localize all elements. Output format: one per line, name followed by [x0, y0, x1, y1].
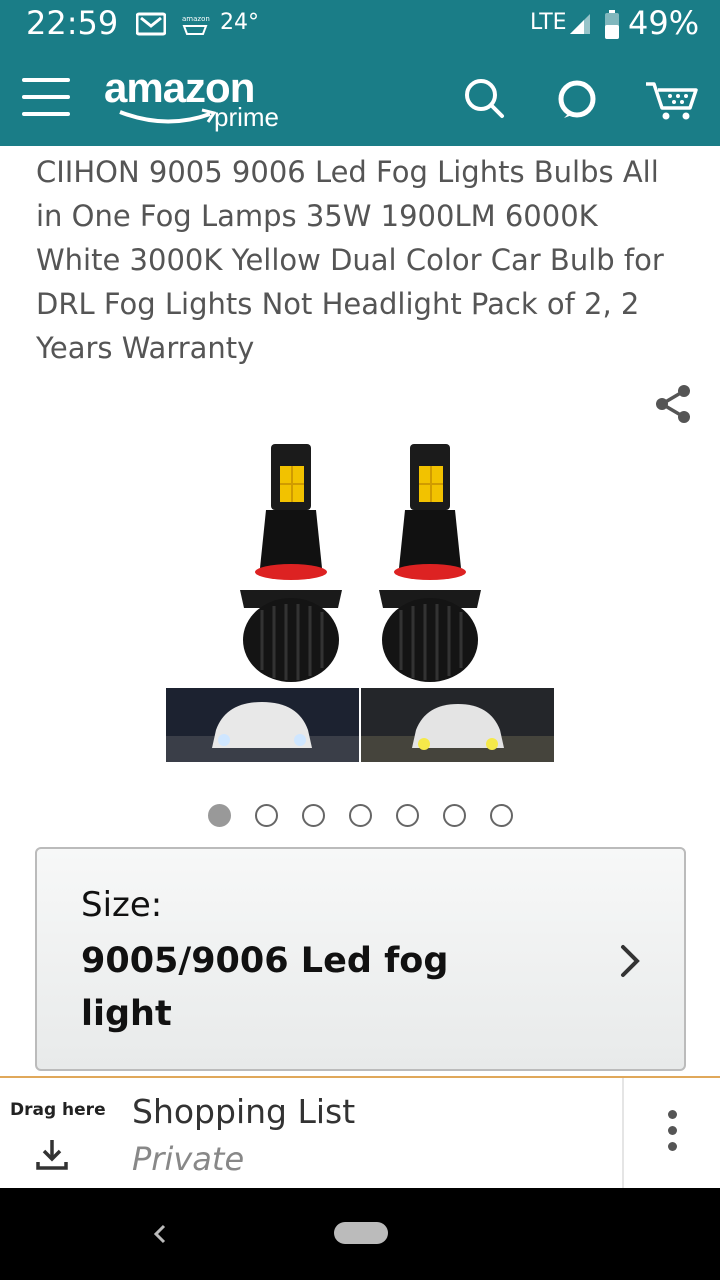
car-photo-white [166, 688, 359, 762]
shopping-list-name[interactable]: Shopping List [132, 1092, 355, 1131]
battery-icon [605, 10, 619, 39]
app-header: amazon prime [0, 50, 720, 146]
carousel-dot-5[interactable] [396, 804, 419, 827]
drag-here-label: Drag here [10, 1100, 106, 1120]
image-carousel-dots [208, 804, 513, 828]
home-pill-icon[interactable] [334, 1222, 388, 1244]
product-image[interactable] [166, 440, 554, 762]
shopping-list-privacy: Private [132, 1140, 245, 1178]
share-icon[interactable] [652, 383, 694, 425]
shopping-list-bar[interactable]: Drag here Shopping List Private [0, 1076, 720, 1188]
carousel-dot-3[interactable] [302, 804, 325, 827]
size-value: 9005/9006 Led fog light [81, 941, 449, 1034]
status-network: LTE [530, 10, 567, 35]
amazon-notification-label: amazon [182, 15, 210, 23]
logo-smile-icon [119, 108, 217, 124]
car-photo-yellow [361, 688, 554, 762]
list-divider [622, 1078, 624, 1188]
status-temperature: 24° [220, 10, 259, 35]
back-icon[interactable] [150, 1220, 170, 1248]
download-icon[interactable] [34, 1136, 70, 1172]
alexa-icon[interactable] [550, 72, 604, 126]
search-icon[interactable] [458, 72, 512, 126]
status-bar: 22:59 amazon 24° LTE 49% [0, 0, 720, 50]
amazon-notification-icon: amazon [182, 15, 210, 35]
cart-icon[interactable] [642, 72, 702, 126]
logo-prime: prime [214, 102, 280, 132]
chevron-right-icon [621, 945, 640, 977]
signal-icon [570, 14, 590, 34]
menu-icon[interactable] [22, 78, 70, 116]
carousel-dot-4[interactable] [349, 804, 372, 827]
carousel-dot-1[interactable] [208, 804, 231, 827]
size-selector[interactable]: Size: 9005/9006 Led fog light [35, 847, 686, 1071]
carousel-dot-2[interactable] [255, 804, 278, 827]
bulb-right-graphic [379, 444, 481, 682]
more-options-icon[interactable] [660, 1110, 684, 1160]
bulb-left-graphic [240, 444, 342, 682]
status-time: 22:59 [26, 4, 119, 42]
carousel-dot-6[interactable] [443, 804, 466, 827]
gmail-icon [136, 12, 166, 36]
battery-percent: 49% [628, 4, 700, 42]
carousel-dot-7[interactable] [490, 804, 513, 827]
amazon-prime-logo[interactable]: amazon prime [104, 64, 304, 134]
size-label: Size: [81, 885, 163, 925]
product-title: CIIHON 9005 9006 Led Fog Lights Bulbs Al… [36, 155, 664, 365]
